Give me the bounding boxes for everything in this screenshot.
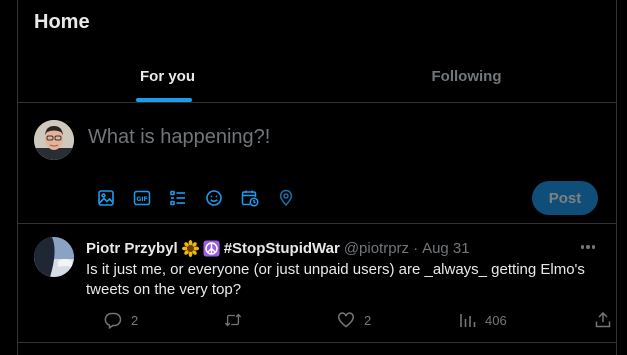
tab-for-you[interactable]: For you: [18, 50, 317, 102]
author-handle[interactable]: @piotrprz: [344, 240, 409, 257]
reply-icon: [104, 312, 122, 329]
heart-icon: [338, 312, 354, 328]
location-icon[interactable]: [268, 184, 304, 212]
poll-icon[interactable]: [160, 184, 196, 212]
like-button[interactable]: 2: [337, 311, 371, 329]
schedule-icon[interactable]: [232, 184, 268, 212]
media-icon[interactable]: [88, 184, 124, 212]
sunflower-emoji-icon: [181, 239, 199, 257]
author-avatar-image: [34, 237, 74, 277]
view-count: 406: [485, 312, 507, 328]
page-title: Home: [34, 11, 90, 33]
active-tab-indicator: [136, 98, 192, 102]
views-button[interactable]: 406: [458, 311, 507, 329]
peace-symbol-emoji-icon: [203, 239, 220, 257]
reply-button[interactable]: 2: [104, 311, 138, 329]
repost-button[interactable]: [224, 311, 251, 329]
main-timeline-column: Home For you Following What is happening…: [17, 0, 617, 355]
gif-icon[interactable]: GIF: [124, 184, 160, 212]
tab-for-you-label: For you: [140, 67, 195, 85]
tab-following[interactable]: Following: [317, 50, 616, 102]
tweet-text: Is it just me, or everyone (or just unpa…: [86, 261, 585, 298]
author-name[interactable]: Piotr Przybyl: [86, 240, 178, 257]
share-button[interactable]: [594, 311, 612, 329]
tweet-header: Piotr Przybyl #StopStupidWar @piotrprz ·…: [86, 238, 470, 258]
timeline-tabs: For you Following: [18, 50, 616, 103]
user-avatar-image: [34, 120, 74, 160]
composer-toolbar: GIF: [88, 184, 304, 212]
svg-text:GIF: GIF: [136, 196, 147, 203]
tweet-date[interactable]: Aug 31: [422, 240, 470, 257]
emoji-icon[interactable]: [196, 184, 232, 212]
like-count: 2: [364, 312, 372, 328]
author-name-hashtag[interactable]: #StopStupidWar: [224, 240, 340, 257]
tweet-composer: GIF: [18, 104, 616, 224]
analytics-icon: [460, 314, 476, 327]
share-icon: [595, 311, 611, 328]
tweet[interactable]: Piotr Przybyl #StopStupidWar @piotrprz ·…: [18, 225, 616, 343]
tweet-actions: 2 2 406: [86, 311, 611, 331]
avatar[interactable]: [34, 237, 74, 277]
post-button[interactable]: Post: [532, 181, 598, 215]
avatar[interactable]: [34, 120, 74, 160]
tab-following-label: Following: [431, 67, 502, 85]
more-options-icon[interactable]: [578, 239, 598, 255]
repost-icon: [224, 313, 242, 327]
separator-dot: ·: [413, 239, 419, 257]
compose-input[interactable]: [88, 126, 588, 149]
reply-count: 2: [131, 312, 139, 328]
